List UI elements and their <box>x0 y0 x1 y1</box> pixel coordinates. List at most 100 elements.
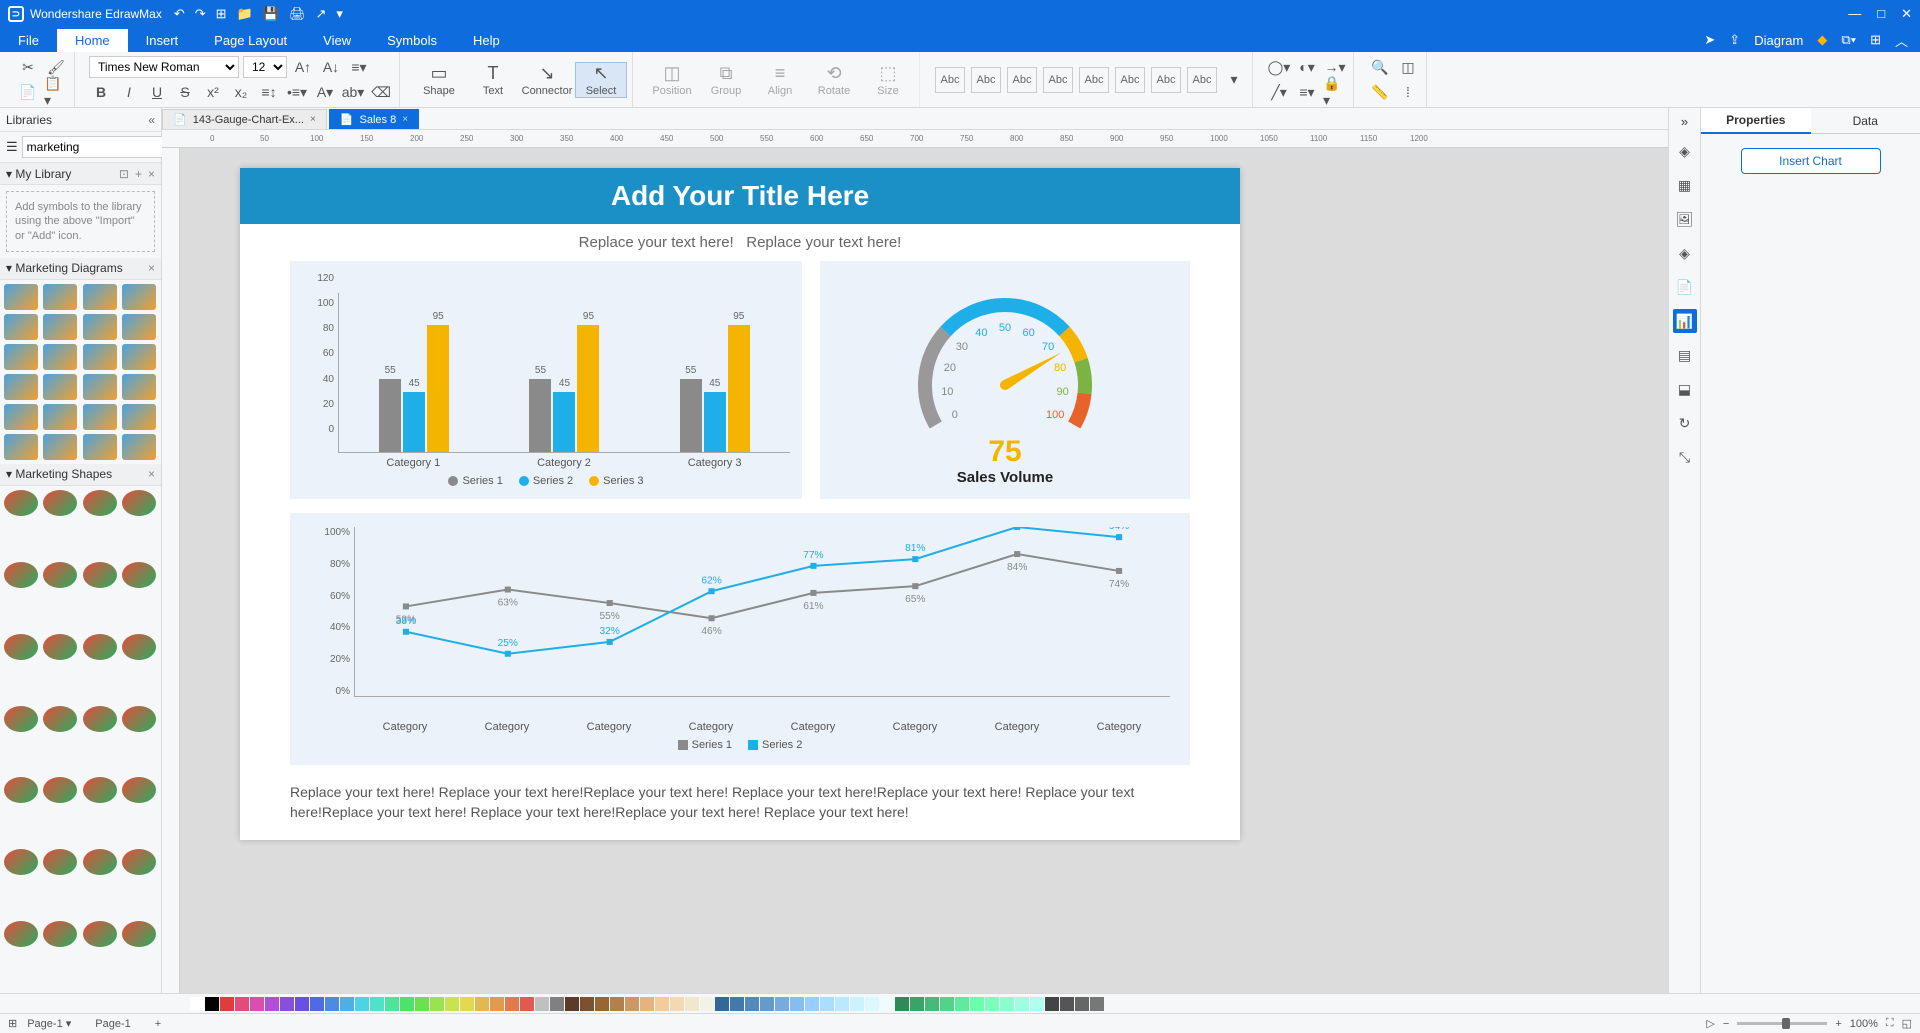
doc-tab-2[interactable]: 📄 Sales 8 × <box>329 109 419 129</box>
color-swatch[interactable] <box>370 997 384 1011</box>
color-swatch[interactable] <box>910 997 924 1011</box>
color-swatch[interactable] <box>1030 997 1044 1011</box>
navigator-tool-icon[interactable]: ⤡ <box>1673 445 1697 469</box>
shape-thumb[interactable] <box>43 849 77 875</box>
shape-thumb[interactable] <box>4 634 38 660</box>
chart-tool-icon[interactable]: 📊 <box>1673 309 1697 333</box>
close-tab-icon[interactable]: × <box>402 114 408 125</box>
color-swatch[interactable] <box>805 997 819 1011</box>
fit-page-icon[interactable]: ⛶ <box>1886 1017 1894 1030</box>
layers-icon[interactable]: ◫ <box>1396 56 1420 78</box>
color-swatch[interactable] <box>955 997 969 1011</box>
redo-icon[interactable]: ↷ <box>195 6 206 22</box>
superscript-icon[interactable]: x² <box>201 81 225 103</box>
shape-thumb[interactable] <box>43 490 77 516</box>
color-swatch[interactable] <box>250 997 264 1011</box>
presentation-icon[interactable]: ▷ <box>1706 1017 1714 1030</box>
color-swatch[interactable] <box>400 997 414 1011</box>
lock-icon[interactable]: 🔒▾ <box>1323 81 1347 103</box>
send-icon[interactable]: ➤ <box>1704 32 1715 48</box>
menu-page-layout[interactable]: Page Layout <box>196 29 305 52</box>
page-title[interactable]: Add Your Title Here <box>240 168 1240 224</box>
shape-thumb[interactable] <box>122 344 156 370</box>
open-icon[interactable]: 📁 <box>237 6 253 22</box>
print-icon[interactable]: 🖨 <box>289 6 306 22</box>
zoom-out-icon[interactable]: − <box>1723 1018 1729 1030</box>
color-swatch[interactable] <box>460 997 474 1011</box>
shape-thumb[interactable] <box>122 490 156 516</box>
shape-thumb[interactable] <box>4 706 38 732</box>
export-icon[interactable]: ↗ <box>315 6 326 22</box>
color-swatch[interactable] <box>925 997 939 1011</box>
line-weight-icon[interactable]: ≡▾ <box>1295 81 1319 103</box>
shape-thumb[interactable] <box>83 434 117 460</box>
close-mylib-icon[interactable]: × <box>148 167 155 181</box>
page-select[interactable]: Page-1 ▾ <box>27 1017 71 1030</box>
align-left-icon[interactable]: ≡▾ <box>347 56 371 78</box>
fill-tool-icon[interactable]: ◈ <box>1673 139 1697 163</box>
color-swatch[interactable] <box>205 997 219 1011</box>
shape-thumb[interactable] <box>122 562 156 588</box>
theme-style-5[interactable]: Abc <box>1079 67 1109 93</box>
menu-insert[interactable]: Insert <box>128 29 197 52</box>
subscript-icon[interactable]: x₂ <box>229 81 253 103</box>
color-swatch[interactable] <box>1060 997 1074 1011</box>
color-swatch[interactable] <box>430 997 444 1011</box>
diamond-icon[interactable]: ◆ <box>1817 32 1827 48</box>
shape-thumb[interactable] <box>122 284 156 310</box>
libraries-collapse-icon[interactable]: « <box>148 113 155 127</box>
color-swatch[interactable] <box>685 997 699 1011</box>
shape-thumb[interactable] <box>4 921 38 947</box>
theme-style-4[interactable]: Abc <box>1043 67 1073 93</box>
save-icon[interactable]: 💾 <box>263 6 279 22</box>
menu-file[interactable]: File <box>0 29 57 52</box>
theme-more-icon[interactable]: ▾ <box>1222 69 1246 91</box>
shape-thumb[interactable] <box>43 404 77 430</box>
shape-thumb[interactable] <box>122 404 156 430</box>
clear-format-icon[interactable]: ⌫ <box>369 81 393 103</box>
shape-thumb[interactable] <box>83 344 117 370</box>
color-swatch[interactable] <box>640 997 654 1011</box>
color-swatch[interactable] <box>280 997 294 1011</box>
shape-thumb[interactable] <box>83 284 117 310</box>
shape-thumb[interactable] <box>4 314 38 340</box>
shape-thumb[interactable] <box>83 490 117 516</box>
color-swatch[interactable] <box>1090 997 1104 1011</box>
shape-button[interactable]: ▭Shape <box>414 63 464 97</box>
my-library-label[interactable]: ▾ My Library <box>6 167 71 181</box>
connector-button[interactable]: ↘Connector <box>522 63 572 97</box>
color-swatch[interactable] <box>790 997 804 1011</box>
color-swatch[interactable] <box>505 997 519 1011</box>
shape-thumb[interactable] <box>122 777 156 803</box>
shape-thumb[interactable] <box>4 777 38 803</box>
color-swatch[interactable] <box>325 997 339 1011</box>
color-swatch[interactable] <box>835 997 849 1011</box>
shape-thumb[interactable] <box>43 921 77 947</box>
shape-thumb[interactable] <box>83 404 117 430</box>
color-swatch[interactable] <box>565 997 579 1011</box>
close-tab-icon[interactable]: × <box>310 114 316 125</box>
shape-thumb[interactable] <box>122 849 156 875</box>
color-swatch[interactable] <box>775 997 789 1011</box>
library-dropdown-icon[interactable]: ☰ <box>6 139 18 155</box>
shape-thumb[interactable] <box>83 706 117 732</box>
shape-thumb[interactable] <box>122 374 156 400</box>
color-swatch[interactable] <box>310 997 324 1011</box>
shape-thumb[interactable] <box>4 404 38 430</box>
qat-more-icon[interactable]: ▾ <box>336 6 343 22</box>
color-swatch[interactable] <box>190 997 204 1011</box>
color-swatch[interactable] <box>490 997 504 1011</box>
color-swatch[interactable] <box>1000 997 1014 1011</box>
shape-thumb[interactable] <box>4 490 38 516</box>
import-icon[interactable]: ⊡ <box>119 167 129 181</box>
apps-icon[interactable]: ⊞ <box>1870 32 1881 48</box>
shape-thumb[interactable] <box>122 634 156 660</box>
ruler-icon[interactable]: 📏 <box>1368 81 1392 103</box>
shape-thumb[interactable] <box>122 314 156 340</box>
expand-right-icon[interactable]: » <box>1681 114 1688 129</box>
theme-style-3[interactable]: Abc <box>1007 67 1037 93</box>
color-swatch[interactable] <box>550 997 564 1011</box>
options-icon[interactable]: ⧉▾ <box>1841 32 1856 48</box>
font-color-icon[interactable]: A▾ <box>313 81 337 103</box>
shape-thumb[interactable] <box>4 344 38 370</box>
